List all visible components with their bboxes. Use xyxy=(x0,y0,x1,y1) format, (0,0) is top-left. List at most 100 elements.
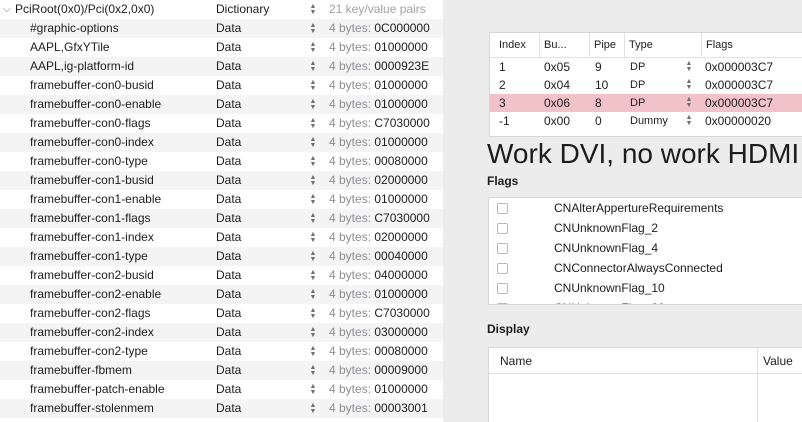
type-stepper-icon[interactable]: ▲ ▼ xyxy=(309,79,317,92)
type-stepper-icon[interactable]: ▲ ▼ xyxy=(309,22,317,35)
connector-bus: 0x04 xyxy=(544,78,571,92)
flag-item[interactable]: CNUnknownFlag_4 xyxy=(489,238,802,258)
connector-flags: 0x000003C7 xyxy=(705,78,774,92)
plist-row[interactable]: framebuffer-con2-busid Data ▲ ▼ 4 bytes: 040… xyxy=(0,266,443,285)
flag-checkbox[interactable] xyxy=(497,303,508,304)
type-stepper-icon[interactable]: ▲ ▼ xyxy=(685,60,693,73)
connector-row[interactable]: -1 0x00 0 Dummy ▲ ▼ 0x00000020 xyxy=(490,112,802,130)
header-pipe[interactable]: Pipe xyxy=(589,33,616,58)
plist-row[interactable]: framebuffer-con0-busid Data ▲ ▼ 4 bytes: 010… xyxy=(0,76,443,95)
flag-checkbox[interactable] xyxy=(497,243,508,254)
type-stepper-icon[interactable]: ▲ ▼ xyxy=(309,345,317,358)
flag-label: CNUnknownFlag_4 xyxy=(554,241,659,255)
connector-row[interactable]: 1 0x05 9 DP ▲ ▼ 0x000003C7 xyxy=(490,58,802,76)
plist-root-row[interactable]: ⌵ PciRoot(0x0)/Pci(0x2,0x0) Dictionary ▲… xyxy=(0,0,443,19)
hex-value: 01000000 xyxy=(374,78,428,92)
plist-row[interactable]: framebuffer-con1-enable Data ▲ ▼ 4 bytes: 01… xyxy=(0,190,443,209)
header-flags[interactable]: Flags xyxy=(701,33,733,58)
header-type[interactable]: Type xyxy=(624,33,653,58)
plist-type: Data xyxy=(216,78,242,92)
plist-key: framebuffer-fbmem xyxy=(30,363,132,377)
plist-row[interactable]: #graphic-options Data ▲ ▼ 4 bytes: 0C000000 xyxy=(0,19,443,38)
plist-row[interactable]: framebuffer-con0-flags Data ▲ ▼ 4 bytes: C70… xyxy=(0,114,443,133)
type-stepper-icon[interactable]: ▲ ▼ xyxy=(309,402,317,415)
plist-row[interactable]: framebuffer-con1-flags Data ▲ ▼ 4 bytes: C70… xyxy=(0,209,443,228)
type-stepper-icon[interactable]: ▲ ▼ xyxy=(685,96,693,109)
type-stepper-icon[interactable]: ▲ ▼ xyxy=(309,364,317,377)
plist-row[interactable]: framebuffer-stolenmem Data ▲ ▼ 4 bytes: 0000… xyxy=(0,399,443,418)
caption-text: Work DVI, no work HDMI xyxy=(487,138,800,169)
plist-row[interactable]: framebuffer-con2-type Data ▲ ▼ 4 bytes: 0008… xyxy=(0,342,443,361)
flag-item[interactable]: CNAlterAppertureRequirements xyxy=(489,198,802,218)
header-index[interactable]: Index xyxy=(499,33,526,58)
plist-row[interactable]: framebuffer-con1-type Data ▲ ▼ 4 bytes: 0004… xyxy=(0,247,443,266)
plist-row[interactable]: framebuffer-con0-index Data ▲ ▼ 4 bytes: 010… xyxy=(0,133,443,152)
plist-row[interactable]: framebuffer-con0-enable Data ▲ ▼ 4 bytes: 01… xyxy=(0,95,443,114)
plist-type: Data xyxy=(216,382,242,396)
byte-size: 4 bytes: xyxy=(329,59,372,73)
connector-row[interactable]: 2 0x04 10 DP ▲ ▼ 0x000003C7 xyxy=(490,76,802,94)
plist-row[interactable]: AAPL,ig-platform-id Data ▲ ▼ 4 bytes: 000092… xyxy=(0,57,443,76)
connectors-table-header: Index Bu... Pipe Type Flags xyxy=(490,33,802,58)
plist-row[interactable]: framebuffer-con0-type Data ▲ ▼ 4 bytes: 0008… xyxy=(0,152,443,171)
byte-size: 4 bytes: xyxy=(329,211,372,225)
connector-type[interactable]: DP xyxy=(630,58,645,76)
hex-value: 01000000 xyxy=(374,287,428,301)
flag-item[interactable]: CNConnectorAlwaysConnected xyxy=(489,258,802,278)
type-stepper-icon[interactable]: ▲ ▼ xyxy=(309,155,317,168)
type-stepper-icon[interactable]: ▲ ▼ xyxy=(309,383,317,396)
flag-checkbox[interactable] xyxy=(497,283,508,294)
type-stepper-icon[interactable]: ▲ ▼ xyxy=(309,3,317,16)
connector-type[interactable]: DP xyxy=(630,76,645,94)
type-stepper-icon[interactable]: ▲ ▼ xyxy=(309,117,317,130)
type-stepper-icon[interactable]: ▲ ▼ xyxy=(309,60,317,73)
hex-value: 0000923E xyxy=(374,59,430,73)
connector-row[interactable]: 3 0x06 8 DP ▲ ▼ 0x000003C7 xyxy=(490,94,802,112)
plist-editor: ⌵ PciRoot(0x0)/Pci(0x2,0x0) Dictionary ▲… xyxy=(0,0,443,422)
connector-type[interactable]: Dummy xyxy=(630,112,668,130)
plist-row[interactable]: framebuffer-con1-index Data ▲ ▼ 4 bytes: 020… xyxy=(0,228,443,247)
type-stepper-icon[interactable]: ▲ ▼ xyxy=(309,212,317,225)
type-stepper-icon[interactable]: ▲ ▼ xyxy=(309,326,317,339)
plist-key: framebuffer-con1-busid xyxy=(30,173,154,187)
plist-row[interactable]: framebuffer-con2-enable Data ▲ ▼ 4 bytes: 01… xyxy=(0,285,443,304)
flag-item[interactable]: CNUnknownFlag_10 xyxy=(489,278,802,298)
type-stepper-icon[interactable]: ▲ ▼ xyxy=(309,250,317,263)
plist-key: framebuffer-con0-type xyxy=(30,154,148,168)
flag-item[interactable]: CNUnknownFlag_20 xyxy=(489,298,802,304)
plist-value: 4 bytes: C7030000 xyxy=(329,114,430,133)
type-stepper-icon[interactable]: ▲ ▼ xyxy=(685,78,693,91)
header-name[interactable]: Name xyxy=(500,348,532,374)
plist-row[interactable]: framebuffer-patch-enable Data ▲ ▼ 4 bytes: 0… xyxy=(0,380,443,399)
connector-flags: 0x00000020 xyxy=(705,114,772,128)
plist-row[interactable]: AAPL,GfxYTile Data ▲ ▼ 4 bytes: 01000000 xyxy=(0,38,443,57)
plist-type: Data xyxy=(216,268,242,282)
plist-row[interactable]: framebuffer-con1-busid Data ▲ ▼ 4 bytes: 020… xyxy=(0,171,443,190)
flag-checkbox[interactable] xyxy=(497,263,508,274)
plist-row[interactable]: framebuffer-fbmem Data ▲ ▼ 4 bytes: 00009000 xyxy=(0,361,443,380)
type-stepper-icon[interactable]: ▲ ▼ xyxy=(309,174,317,187)
plist-type: Data xyxy=(216,59,242,73)
type-stepper-icon[interactable]: ▲ ▼ xyxy=(309,307,317,320)
type-stepper-icon[interactable]: ▲ ▼ xyxy=(309,41,317,54)
display-table-header: Name Value xyxy=(489,348,802,374)
plist-row[interactable]: framebuffer-con2-flags Data ▲ ▼ 4 bytes: C70… xyxy=(0,304,443,323)
header-value[interactable]: Value xyxy=(763,348,793,374)
header-bus[interactable]: Bu... xyxy=(539,33,567,58)
plist-row[interactable]: framebuffer-con2-index Data ▲ ▼ 4 bytes: 030… xyxy=(0,323,443,342)
hex-value: 0C000000 xyxy=(374,21,430,35)
connector-type[interactable]: DP xyxy=(630,94,645,112)
type-stepper-icon[interactable]: ▲ ▼ xyxy=(309,231,317,244)
flag-checkbox[interactable] xyxy=(497,203,508,214)
flag-item[interactable]: CNUnknownFlag_2 xyxy=(489,218,802,238)
type-stepper-icon[interactable]: ▲ ▼ xyxy=(309,269,317,282)
type-stepper-icon[interactable]: ▲ ▼ xyxy=(309,288,317,301)
type-stepper-icon[interactable]: ▲ ▼ xyxy=(309,193,317,206)
connector-bus: 0x00 xyxy=(544,114,571,128)
flag-checkbox[interactable] xyxy=(497,223,508,234)
type-stepper-icon[interactable]: ▲ ▼ xyxy=(685,114,693,127)
type-stepper-icon[interactable]: ▲ ▼ xyxy=(309,98,317,111)
disclosure-chevron-down-icon[interactable]: ⌵ xyxy=(3,0,11,19)
type-stepper-icon[interactable]: ▲ ▼ xyxy=(309,136,317,149)
plist-value: 4 bytes: C7030000 xyxy=(329,304,430,323)
